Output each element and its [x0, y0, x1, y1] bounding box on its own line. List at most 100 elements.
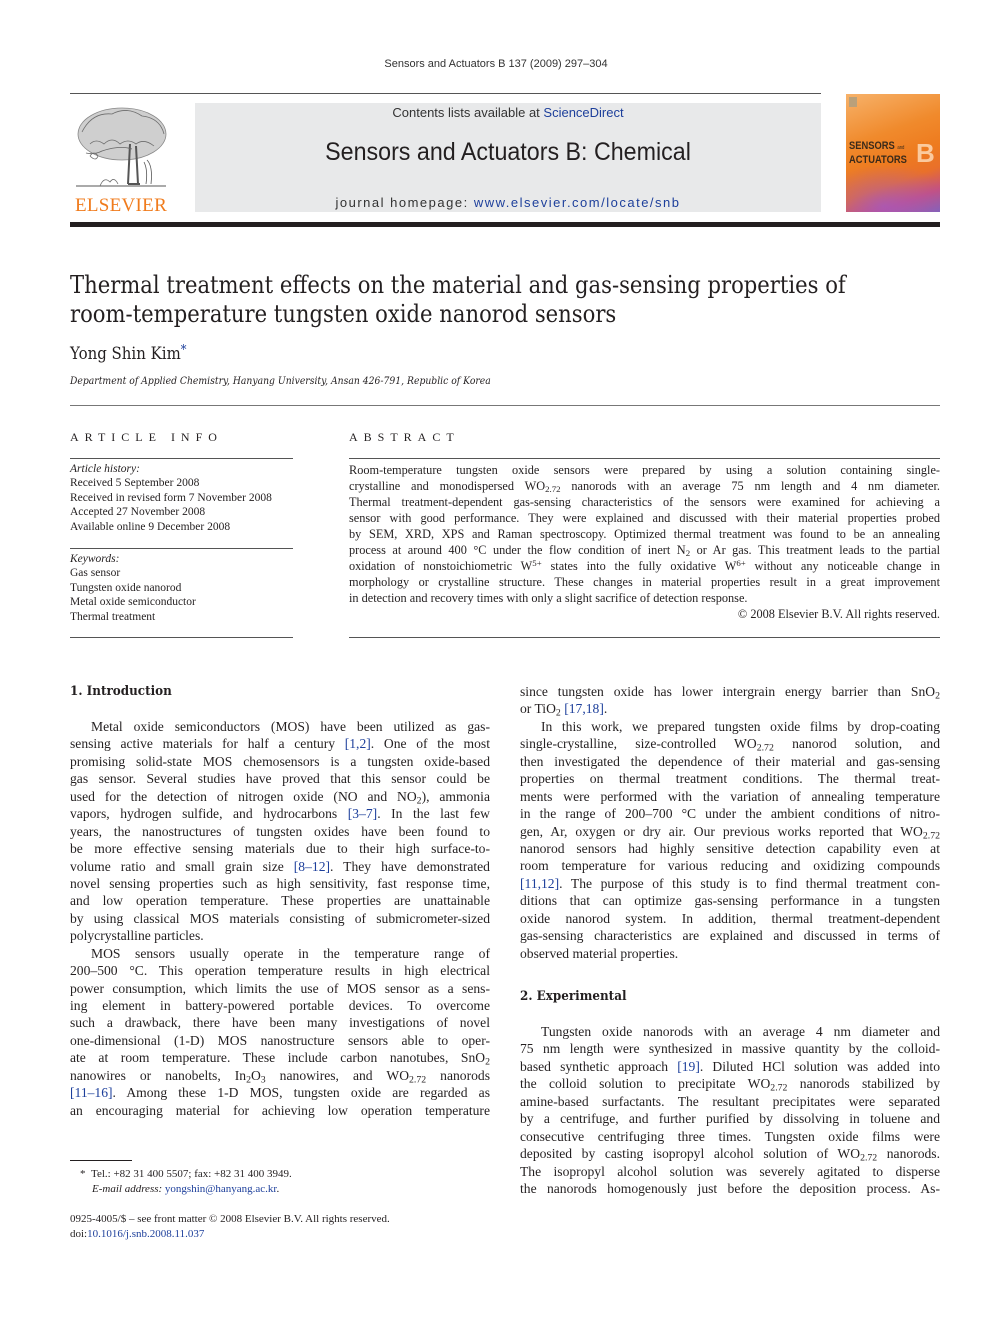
author: Yong Shin Kim* [70, 343, 186, 364]
header-rule [70, 93, 821, 94]
body-line: Metal oxide semiconductors (MOS) have be… [91, 719, 490, 734]
corresponding-author-mark[interactable]: * [181, 343, 187, 358]
keyword: Metal oxide semiconductor [70, 596, 196, 609]
history-item: Available online 9 December 2008 [70, 520, 231, 533]
body-line: such a drawback, there have been many in… [70, 1015, 490, 1031]
keywords: Keywords: Gas sensor Tungsten oxide nano… [70, 552, 300, 624]
section-heading-introduction: 1. Introduction [70, 684, 172, 699]
right-column-intro: since tungsten oxide has lower intergrai… [520, 683, 940, 962]
abstract-line: morphology or crystalline structure. The… [349, 575, 940, 589]
contents-line: Contents lists available at ScienceDirec… [195, 105, 821, 120]
abstract-line: sensor with good performance. They were … [349, 511, 940, 525]
body-line: by a centrifuge, and further purified by… [520, 1111, 940, 1127]
body-line: [11,12]. The purpose of this study is to… [520, 875, 940, 891]
footnote-contact-text: Tel.: +82 31 400 5507; fax: +82 31 400 3… [91, 1168, 292, 1180]
article-title-line: room-temperature tungsten oxide nanorod … [70, 300, 617, 328]
body-line: 75 nm length were synthesized in massive… [520, 1041, 940, 1057]
article-info-rule [70, 637, 293, 638]
body-line: novel sensing properties such as high se… [70, 875, 490, 891]
citation-link[interactable]: [19] [677, 1059, 700, 1074]
body-line: years, the nanostructures of tungsten ox… [70, 823, 490, 839]
keyword: Thermal treatment [70, 610, 156, 623]
footnote-mark: * [80, 1168, 86, 1180]
body-line: ate at room temperature. These include c… [70, 1050, 490, 1068]
journal-cover[interactable]: B SENSORS and ACTUATORS [846, 94, 940, 212]
left-column-body: Metal oxide semiconductors (MOS) have be… [70, 718, 490, 1119]
email-label: E-mail address: [92, 1182, 165, 1195]
citation-link[interactable]: [8–12] [294, 859, 330, 874]
doi-link[interactable]: 10.1016/j.snb.2008.11.037 [87, 1228, 204, 1240]
body-line: power consumption, which limits the use … [70, 980, 490, 996]
keyword: Gas sensor [70, 567, 121, 580]
journal-homepage: journal homepage: www.elsevier.com/locat… [195, 195, 821, 210]
body-line: gas-sensing characteristics are explaine… [520, 928, 940, 944]
citation-link[interactable]: [11,12] [520, 876, 559, 891]
keyword: Tungsten oxide nanorod [70, 581, 182, 594]
body-line: ditions that can optimize gas-sensing pe… [520, 893, 940, 909]
body-line: consecutive centrifuging three times. Tu… [520, 1128, 940, 1144]
body-line: deposited by casting isopropyl alcohol s… [520, 1146, 940, 1164]
citation-link[interactable]: [17,18] [564, 701, 604, 716]
abstract-rule [349, 458, 940, 459]
abstract-line: in detection and recovery times with onl… [349, 591, 748, 605]
abstract-line: process at around 400 °C under the flow … [349, 543, 940, 559]
elsevier-wordmark: ELSEVIER [74, 195, 168, 216]
issn-line: 0925-4005/$ – see front matter © 2008 El… [70, 1213, 390, 1225]
citation-link[interactable]: [11–16] [70, 1085, 113, 1100]
body-line: one-dimensional (1-D) MOS nanostructure … [70, 1032, 490, 1048]
body-line: ments were performed with the variation … [520, 788, 940, 804]
front-matter-rule [70, 405, 940, 406]
elsevier-logo[interactable]: ELSEVIER [70, 104, 172, 216]
abstract-line: Thermal treatment-dependent gas-sensing … [349, 495, 940, 509]
right-column-intro-lines: since tungsten oxide has lower intergrai… [520, 683, 940, 962]
abstract-line: crystalline and monodispersed WO2.72 nan… [349, 479, 940, 495]
body-line: in the range of 200–700 °C under the amb… [520, 806, 940, 822]
body-line: Tungsten oxide nanorods with an average … [541, 1024, 940, 1039]
affiliation: Department of Applied Chemistry, Hanyang… [70, 375, 491, 387]
sciencedirect-link[interactable]: ScienceDirect [543, 105, 623, 120]
body-line: oxide nanorod system. In addition, therm… [520, 910, 940, 926]
body-line: polycrystalline particles. [70, 928, 204, 944]
abstract-heading: ABSTRACT [349, 430, 460, 444]
right-column-experimental: Tungsten oxide nanorods with an average … [520, 1023, 940, 1197]
body-line: amine-based surfactants. The resultant p… [520, 1093, 940, 1109]
email-link[interactable]: yongshin@hanyang.ac.kr [165, 1183, 277, 1195]
page-footer: 0925-4005/$ – see front matter © 2008 El… [70, 1212, 390, 1242]
cover-letter: B [916, 138, 935, 168]
body-line: [11–16]. Among these 1-D MOS, tungsten o… [70, 1085, 490, 1101]
body-line: then investigated the dependence of thei… [520, 753, 940, 769]
citation-link[interactable]: [1,2] [345, 736, 371, 751]
body-line: 200–500 °C. This operation temperature r… [70, 963, 490, 979]
cover-title-and: and [897, 145, 905, 151]
citation-link[interactable]: [3–7] [348, 806, 377, 821]
abstract-line: Room-temperature tungsten oxide sensors … [349, 463, 940, 477]
right-column-experimental-lines: Tungsten oxide nanorods with an average … [520, 1023, 940, 1197]
article-info-heading: ARTICLE INFO [70, 430, 223, 444]
section-heading-experimental: 2. Experimental [520, 989, 627, 1004]
doi-line: doi:10.1016/j.snb.2008.11.037 [70, 1227, 390, 1242]
body-line: an encouraging material for achieving lo… [70, 1102, 490, 1118]
body-line: the colloid solution to precipitate WO2.… [520, 1076, 941, 1094]
body-line: room temperature for various reducing an… [520, 858, 940, 874]
body-line: be more effective sensing materials due … [70, 841, 490, 857]
article-title-line: Thermal treatment effects on the materia… [70, 271, 846, 299]
body-line: In this work, we prepared tungsten oxide… [541, 718, 940, 734]
article-info-rule [70, 458, 293, 459]
body-line: and low operation temperature. These pro… [70, 893, 490, 909]
body-line: nanorod sensors had highly sensitive det… [520, 840, 940, 856]
abstract-line: by SEM, XRD, XPS and Raman spectroscopy.… [349, 527, 940, 541]
abstract-copyright: © 2008 Elsevier B.V. All rights reserved… [737, 607, 940, 621]
body-line: single-crystalline, size-controlled WO2.… [520, 736, 940, 754]
elsevier-tree-icon [76, 107, 167, 187]
homepage-link[interactable]: www.elsevier.com/locate/snb [474, 195, 681, 210]
body-line: properties on thermal treatment conditio… [520, 771, 940, 787]
body-line: vapors, hydrogen sulfide, and hydrocarbo… [70, 806, 490, 822]
journal-masthead: Contents lists available at ScienceDirec… [195, 103, 821, 212]
body-line: the nanorods homogenously just before th… [520, 1180, 940, 1196]
article-history: Article history: Received 5 September 20… [70, 462, 300, 534]
body-line: by using classical MOS materials consist… [70, 910, 490, 926]
history-item: Received 5 September 2008 [70, 477, 200, 490]
body-line: gen, Ar, oxygen or dry air. Our previous… [520, 823, 940, 841]
body-line: ing element in battery-powered portable … [70, 998, 490, 1013]
masthead-thick-rule [70, 222, 940, 227]
